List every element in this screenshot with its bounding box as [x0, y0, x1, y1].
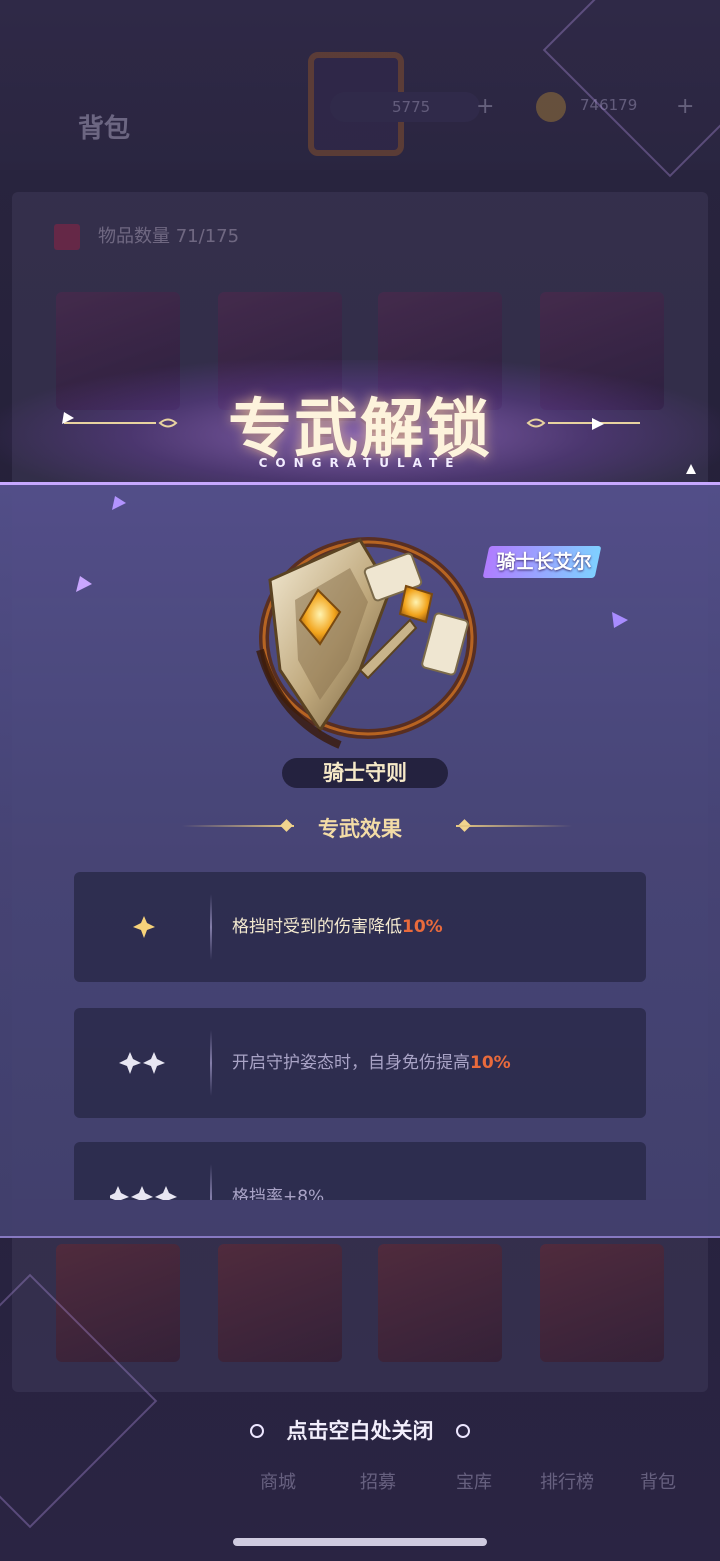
- weapon-name-plate: 骑士守则: [282, 758, 448, 788]
- effect-row: 格挡率+8%: [74, 1142, 646, 1200]
- row-separator: [210, 894, 212, 960]
- effect-value: 10%: [402, 917, 443, 937]
- bg-add-icon: +: [476, 94, 495, 119]
- star-icon: [133, 916, 155, 938]
- left-flourish-icon: [64, 418, 178, 428]
- weapon-icon: [256, 537, 477, 749]
- bg-item-slot: [218, 1244, 342, 1362]
- bg-coin-icon: [536, 92, 566, 122]
- bg-currency-gem: 5775: [330, 92, 480, 122]
- bg-nav-label: 排行榜: [540, 1472, 594, 1493]
- close-deco-icon: [456, 1424, 470, 1438]
- effect-row: 开启守护姿态时，自身免伤提高10%: [74, 1008, 646, 1118]
- effect-text: 格挡率+8%: [232, 1187, 325, 1200]
- sparkle-icon: [76, 576, 92, 592]
- sparkle-icon: [62, 412, 74, 424]
- sparkle-icon: [112, 496, 126, 510]
- bg-item-slot: [378, 1244, 502, 1362]
- owner-tag: 骑士长艾尔: [496, 551, 592, 573]
- divider-line: [456, 825, 572, 827]
- right-flourish-icon: [526, 418, 640, 428]
- star-icon: [110, 1186, 177, 1200]
- effect-text: 开启守护姿态时，自身免伤提高10%: [232, 1053, 511, 1073]
- bg-nav-label: 背包: [640, 1472, 676, 1493]
- row-separator: [210, 1164, 212, 1200]
- effects-title: 专武效果: [318, 816, 402, 841]
- effect-row: 格挡时受到的伤害降低10%: [74, 872, 646, 982]
- effect-text: 格挡时受到的伤害降低10%: [232, 917, 443, 937]
- row-separator: [210, 1030, 212, 1096]
- close-hint[interactable]: 点击空白处关闭: [0, 1415, 720, 1445]
- bg-nav-label: 商城: [260, 1472, 296, 1493]
- weapon-name: 骑士守则: [323, 760, 407, 785]
- sparkle-icon: [686, 464, 696, 474]
- effects-list[interactable]: 格挡时受到的伤害降低10% 开启守护姿态时，自身免伤提高10% 格挡率+8%: [74, 872, 646, 1200]
- effect-value: 10%: [470, 1053, 511, 1073]
- congratulate-subtitle: CONGRATULATE: [258, 456, 462, 470]
- bg-item-slot: [540, 1244, 664, 1362]
- bg-nav-label: 宝库: [456, 1472, 492, 1493]
- bg-item-count: 物品数量 71/175: [54, 222, 239, 250]
- sparkle-icon: [612, 612, 628, 628]
- home-indicator[interactable]: [233, 1538, 487, 1546]
- screen[interactable]: 背包 5775 + 746179 + 物品数量 71/175 商城 招募 宝库 …: [0, 0, 720, 1561]
- bg-nav-label: 招募: [360, 1472, 396, 1493]
- bg-screen-title: 背包: [78, 114, 131, 144]
- sparkle-icon: [592, 418, 604, 430]
- star-icon: [119, 1052, 165, 1074]
